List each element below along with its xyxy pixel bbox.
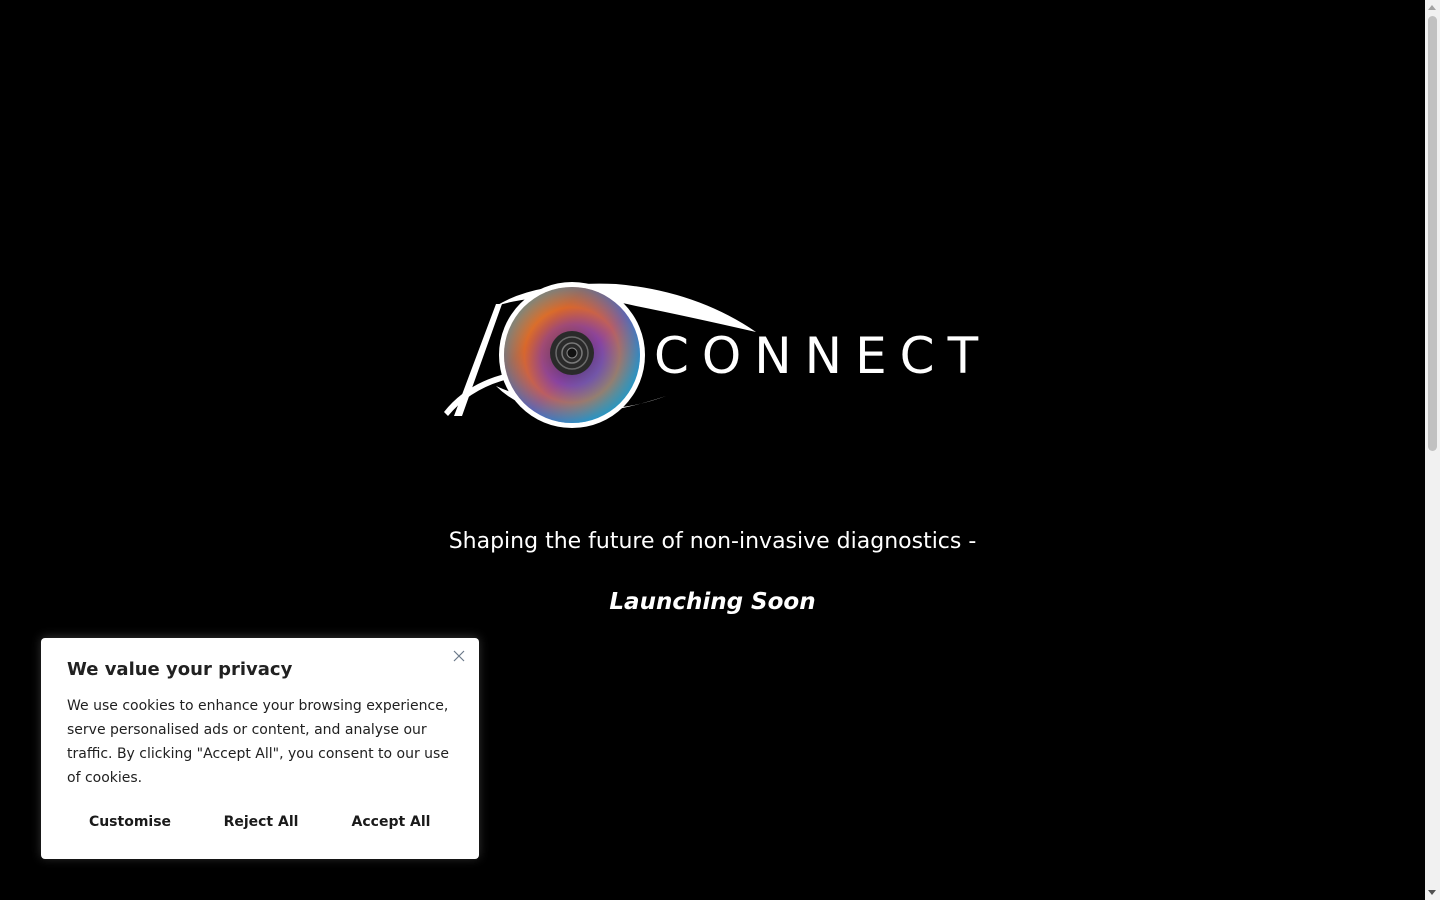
- page: CONNECT Shaping the future of non-invasi…: [0, 0, 1425, 900]
- close-icon[interactable]: [451, 648, 467, 664]
- cookie-banner-title: We value your privacy: [67, 659, 293, 680]
- scroll-up-arrow-icon[interactable]: [1425, 0, 1440, 15]
- cookie-consent-banner: We value your privacy We use cookies to …: [41, 638, 479, 859]
- scroll-down-arrow-icon[interactable]: [1425, 885, 1440, 900]
- scroll-thumb[interactable]: [1428, 16, 1437, 451]
- accept-all-button[interactable]: Accept All: [331, 806, 451, 838]
- customise-button[interactable]: Customise: [67, 806, 193, 838]
- hero-tagline: Shaping the future of non-invasive diagn…: [448, 529, 977, 554]
- reject-all-button[interactable]: Reject All: [209, 806, 313, 838]
- launching-soon-heading: Launching Soon: [609, 589, 816, 615]
- vertical-scrollbar[interactable]: [1425, 0, 1440, 900]
- cookie-banner-body: We use cookies to enhance your browsing …: [67, 698, 449, 786]
- logo-wordmark: CONNECT: [654, 327, 992, 385]
